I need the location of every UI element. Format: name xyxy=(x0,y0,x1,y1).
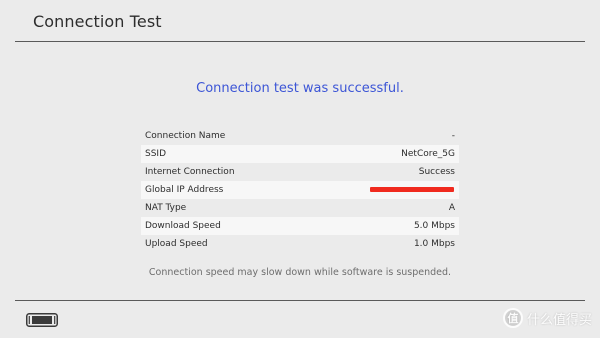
handheld-console-icon xyxy=(26,313,58,327)
info-label: Upload Speed xyxy=(145,239,208,249)
info-label: NAT Type xyxy=(145,203,187,213)
suspend-note: Connection speed may slow down while sof… xyxy=(148,267,452,278)
info-row-nat-type: NAT Type A xyxy=(141,199,459,217)
header: Connection Test xyxy=(0,0,600,41)
info-row-download-speed: Download Speed 5.0 Mbps xyxy=(141,217,459,235)
info-row-internet-connection: Internet Connection Success xyxy=(141,163,459,181)
info-label: Global IP Address xyxy=(145,185,224,195)
watermark-text: 什么值得买 xyxy=(526,312,592,328)
bottom-divider xyxy=(15,300,585,301)
info-label: Download Speed xyxy=(145,221,221,231)
info-value: 1.0 Mbps xyxy=(413,239,455,249)
redaction-mark xyxy=(370,187,454,192)
info-row-global-ip: Global IP Address xyxy=(141,181,459,199)
top-divider xyxy=(15,41,585,42)
info-value: 5.0 Mbps xyxy=(413,221,455,231)
info-value: - xyxy=(451,131,455,141)
watermark: 值 什么值得买 xyxy=(502,308,592,328)
info-value: NetCore_5G xyxy=(401,149,455,159)
connection-info-table: Connection Name - SSID NetCore_5G Intern… xyxy=(141,127,459,253)
result-message: Connection test was successful. xyxy=(196,81,404,96)
redacted-ip-value xyxy=(370,185,455,195)
info-label: SSID xyxy=(145,149,167,159)
page-title: Connection Test xyxy=(33,12,162,31)
watermark-badge-icon: 值 xyxy=(502,308,523,328)
info-row-upload-speed: Upload Speed 1.0 Mbps xyxy=(141,235,459,253)
info-value: Success xyxy=(418,167,455,177)
info-row-connection-name: Connection Name - xyxy=(141,127,459,145)
info-value: A xyxy=(448,203,455,213)
info-label: Internet Connection xyxy=(145,167,235,177)
info-label: Connection Name xyxy=(145,131,226,141)
info-row-ssid: SSID NetCore_5G xyxy=(141,145,459,163)
